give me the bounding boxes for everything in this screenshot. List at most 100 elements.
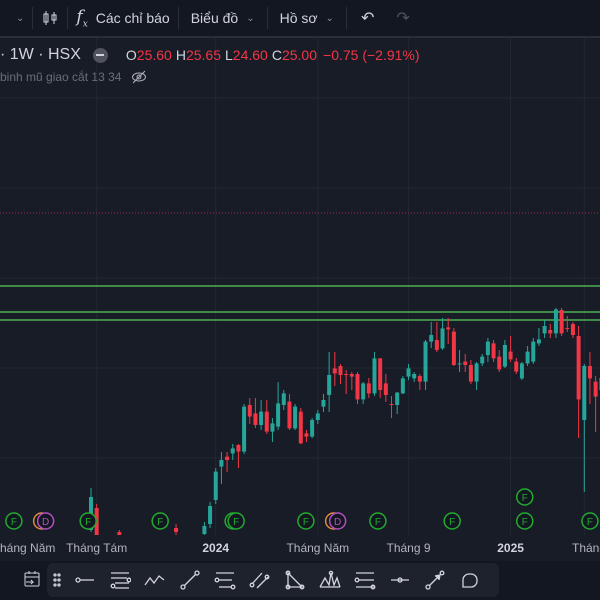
candle-body [253, 413, 258, 425]
profile-menu-button[interactable]: Hồ sơ ⌄ [268, 0, 346, 37]
candle [548, 324, 553, 338]
redo-button[interactable]: ↷ [388, 0, 417, 37]
drag-handle[interactable] [47, 563, 67, 597]
candle-body [378, 358, 383, 390]
candle-body [366, 383, 371, 394]
trend-line-tool[interactable] [172, 563, 207, 597]
path-tool[interactable] [137, 563, 172, 597]
financials-event-marker[interactable]: F [516, 488, 534, 506]
candle-body [457, 363, 462, 365]
candle-body [570, 324, 575, 335]
candle [174, 524, 179, 535]
candle-body [310, 420, 315, 437]
financials-event-marker[interactable]: F [224, 512, 245, 530]
candle-body [451, 331, 456, 365]
candle [412, 372, 417, 382]
candle-body [468, 365, 473, 382]
parallel-lines-tool[interactable] [102, 563, 137, 597]
financials-event-marker[interactable]: F [79, 512, 97, 530]
candle [389, 396, 394, 418]
fib-extension-tool[interactable] [347, 563, 382, 597]
horizontal-line-icon [390, 577, 409, 583]
candle-body [395, 392, 400, 405]
candle [298, 408, 303, 444]
candle [349, 372, 354, 390]
event-letter: F [233, 517, 239, 528]
candle-body [508, 351, 513, 360]
candle-body [389, 404, 394, 405]
financials-event-marker[interactable]: F [5, 512, 23, 530]
hide-legend-button[interactable] [92, 47, 108, 63]
symbol-legend: · 1W · HSX O 25.60 H 25.65 L 24.60 C 25.00 −… [0, 46, 420, 64]
chevron-down-icon: ⌄ [246, 12, 255, 24]
fib-extension-icon [354, 572, 375, 590]
candle-body [225, 456, 230, 460]
candle-body [327, 375, 332, 395]
financials-event-marker[interactable]: F [581, 512, 599, 530]
eye-off-icon[interactable] [131, 70, 147, 84]
triangle-tool[interactable] [277, 563, 312, 597]
event-letter: D [334, 517, 341, 528]
shape-tool[interactable] [452, 563, 487, 597]
candle [202, 522, 207, 535]
fib-retracement-tool[interactable] [207, 563, 242, 597]
financials-event-marker[interactable]: F [297, 512, 315, 530]
financials-event-marker[interactable]: F [443, 512, 461, 530]
candle-body [219, 460, 224, 467]
candle-body [383, 383, 388, 395]
candle-body [536, 339, 541, 344]
candle-body [344, 374, 349, 375]
indicators-button[interactable]: fx Các chỉ báo [68, 0, 177, 37]
dividend-event-marker[interactable]: D [32, 512, 55, 530]
interval-dropdown[interactable]: ⌄ [0, 0, 32, 37]
candle [531, 338, 536, 364]
candle-body [304, 433, 309, 437]
candle [304, 430, 309, 442]
candle [519, 362, 524, 380]
high-label: H [175, 47, 186, 63]
candle [434, 322, 439, 352]
candle [497, 350, 502, 372]
candle [253, 398, 258, 428]
candle-body [293, 406, 298, 429]
candle [310, 418, 315, 438]
candle [395, 392, 400, 414]
candle [440, 318, 445, 350]
dividend-event-marker[interactable]: D [324, 512, 347, 530]
candle-body [208, 506, 213, 524]
indicator-legend: binh mũ giao cắt 13 34 [0, 70, 147, 84]
candle-body [519, 363, 524, 379]
candle-body [281, 393, 286, 405]
arrow-tool[interactable] [417, 563, 452, 597]
candle-body [355, 374, 360, 400]
candle-body [236, 445, 241, 452]
indicator-label: binh mũ giao cắt 13 34 [0, 70, 122, 84]
drawing-toolbar [47, 563, 499, 597]
high-value: 25.65 [185, 47, 221, 63]
price-chart[interactable]: F D F F F F D F F F F F [0, 38, 600, 535]
undo-icon: ↶ [360, 10, 375, 27]
financials-event-marker[interactable]: F [516, 512, 534, 530]
chart-type-button[interactable] [33, 0, 67, 37]
fib-retracement-icon [214, 572, 235, 590]
pattern-tool[interactable] [312, 563, 347, 597]
event-letter: F [85, 517, 91, 528]
candle [400, 376, 405, 394]
undo-button[interactable]: ↶ [347, 0, 388, 37]
candle [213, 468, 218, 504]
goto-date-button[interactable] [22, 569, 42, 594]
open-label: O [125, 47, 137, 63]
time-axis[interactable]: háng Năm Tháng Tám 2024 Tháng Năm Tháng 9 202… [0, 535, 600, 561]
candle-body [321, 400, 326, 407]
candle-body [593, 381, 598, 397]
parallel-channel-tool[interactable] [242, 563, 277, 597]
financials-event-marker[interactable]: F [151, 512, 169, 530]
redo-icon: ↷ [396, 10, 410, 27]
financials-event-marker[interactable]: F [369, 512, 387, 530]
chart-menu-button[interactable]: Biểu đồ ⌄ [179, 0, 267, 37]
horizontal-ray-tool[interactable] [67, 563, 102, 597]
price-line-tool[interactable] [382, 563, 417, 597]
candle-body [372, 358, 377, 394]
candle-body [548, 330, 553, 334]
candle-body [361, 383, 366, 400]
